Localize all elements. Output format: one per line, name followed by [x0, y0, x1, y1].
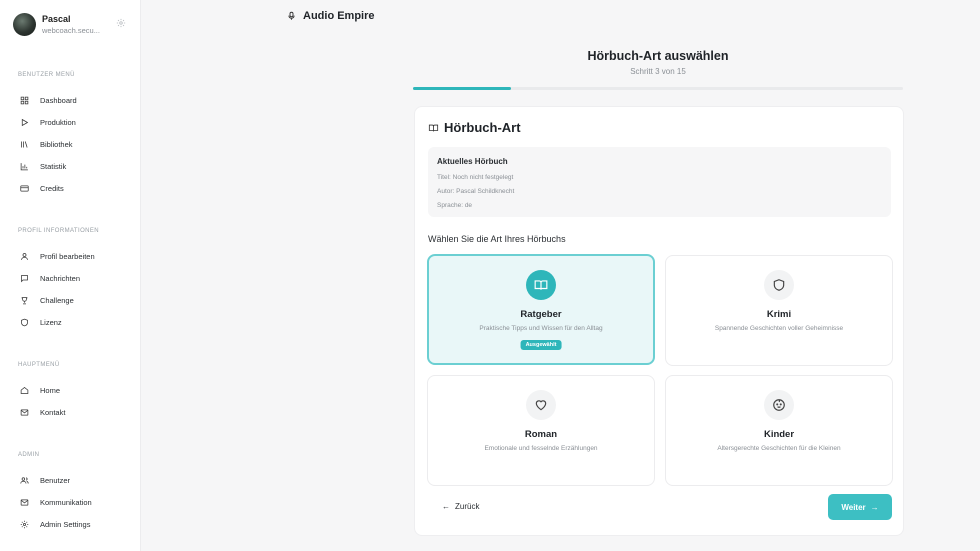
sidebar-item-label: Produktion: [40, 117, 76, 127]
progress-fill: [413, 87, 511, 90]
option-ratgeber[interactable]: Ratgeber Praktische Tipps und Wissen für…: [427, 254, 655, 365]
option-icon-wrap: [764, 390, 794, 420]
chart-icon: [20, 162, 28, 170]
book-open-icon: [428, 124, 439, 131]
sidebar: Pascal webcoach.secu... BENUTZER MENÜ Da…: [0, 0, 141, 551]
sidebar-item-kommunikation[interactable]: Kommunikation: [20, 495, 138, 509]
section-label-user-menu: BENUTZER MENÜ: [18, 72, 75, 78]
current-audiobook-info: Aktuelles Hörbuch Titel: Noch nicht fest…: [428, 147, 891, 217]
users-icon: [20, 476, 29, 484]
baby-icon: [773, 399, 785, 411]
option-roman[interactable]: Roman Emotionale und fesselnde Erzählung…: [427, 375, 655, 486]
sidebar-item-home[interactable]: Home: [20, 383, 138, 397]
message-icon: [21, 274, 28, 282]
sidebar-item-bibliothek[interactable]: Bibliothek: [20, 137, 138, 151]
sidebar-item-label: Home: [40, 385, 61, 395]
info-heading: Aktuelles Hörbuch: [437, 157, 508, 166]
card-icon: [20, 185, 29, 191]
book-icon: [534, 280, 548, 290]
section-label-main-menu: HAUPTMENÜ: [18, 362, 60, 368]
sidebar-item-challenge[interactable]: Challenge: [20, 293, 138, 307]
section-label-admin: ADMIN: [18, 452, 40, 458]
next-button-label: Weiter: [841, 502, 866, 512]
info-author: Autor: Pascal Schildknecht: [437, 188, 515, 195]
sidebar-item-label: Challenge: [40, 295, 74, 305]
sidebar-item-label: Credits: [40, 183, 64, 193]
sidebar-item-label: Statistik: [40, 161, 67, 171]
next-button[interactable]: Weiter →: [828, 494, 892, 520]
sidebar-item-label: Dashboard: [40, 95, 77, 105]
info-language: Sprache: de: [437, 202, 473, 209]
progress-bar: [413, 87, 903, 90]
sidebar-item-label: Kontakt: [40, 407, 66, 417]
sidebar-item-produktion[interactable]: Produktion: [20, 115, 138, 129]
option-title: Roman: [524, 429, 558, 440]
trophy-icon: [21, 296, 28, 304]
option-title: Krimi: [766, 309, 792, 320]
dashboard-icon: [20, 96, 29, 104]
section-label-profile-info: PROFIL INFORMATIONEN: [18, 228, 100, 234]
option-description: Praktische Tipps und Wissen für den Allt…: [479, 325, 603, 332]
microphone-icon: [288, 11, 295, 20]
info-title: Titel: Noch nicht festgelegt: [437, 174, 514, 181]
option-description: Emotionale und fesselnde Erzählungen: [484, 445, 598, 452]
heart-icon: [535, 400, 547, 411]
audiobook-type-card: Hörbuch-Art Aktuelles Hörbuch Titel: Noc…: [414, 106, 904, 536]
sidebar-item-benutzer[interactable]: Benutzer: [20, 473, 138, 487]
option-icon-wrap: [526, 270, 556, 300]
home-icon: [20, 386, 29, 394]
selected-badge: Ausgewählt: [520, 340, 562, 350]
option-description: Spannende Geschichten voller Geheimnisse: [714, 325, 844, 332]
brand: Audio Empire: [287, 10, 375, 22]
arrow-left-icon: ←: [442, 502, 450, 511]
brand-title: Audio Empire: [303, 10, 375, 22]
option-title: Ratgeber: [520, 309, 562, 320]
card-title: Hörbuch-Art: [428, 120, 521, 135]
option-description: Altersgerechte Geschichten für die Klein…: [717, 445, 841, 452]
option-krimi[interactable]: Krimi Spannende Geschichten voller Gehei…: [665, 255, 893, 366]
card-title-text: Hörbuch-Art: [444, 120, 521, 135]
sidebar-item-label: Bibliothek: [40, 139, 73, 149]
sidebar-item-label: Benutzer: [40, 475, 71, 485]
step-counter: Schritt 3 von 15: [630, 67, 686, 76]
profile-name: Pascal: [42, 14, 71, 24]
sidebar-item-kontakt[interactable]: Kontakt: [20, 405, 138, 419]
option-icon-wrap: [526, 390, 556, 420]
gear-icon: [20, 520, 29, 528]
option-kinder[interactable]: Kinder Altersgerechte Geschichten für di…: [665, 375, 893, 486]
sidebar-item-label: Profil bearbeiten: [40, 251, 95, 261]
gear-icon[interactable]: [116, 18, 126, 28]
user-icon: [21, 252, 28, 260]
avatar: [13, 13, 36, 36]
sidebar-item-statistik[interactable]: Statistik: [20, 159, 138, 173]
profile-email: webcoach.secu...: [42, 26, 100, 35]
library-icon: [21, 140, 28, 148]
sidebar-item-label: Nachrichten: [40, 273, 81, 283]
sidebar-item-credits[interactable]: Credits: [20, 181, 138, 195]
mail-icon: [20, 409, 29, 415]
back-button-label: Zurück: [455, 502, 480, 511]
sidebar-item-profil-bearbeiten[interactable]: Profil bearbeiten: [20, 249, 138, 263]
sidebar-item-dashboard[interactable]: Dashboard: [20, 93, 138, 107]
play-icon: [21, 118, 29, 126]
back-button[interactable]: ← Zurück: [442, 502, 479, 511]
profile-block[interactable]: Pascal webcoach.secu...: [13, 12, 133, 42]
selection-prompt: Wählen Sie die Art Ihres Hörbuchs: [428, 234, 566, 244]
sidebar-item-label: Lizenz: [40, 317, 62, 327]
mail-icon: [20, 499, 29, 505]
arrow-right-icon: →: [870, 502, 879, 512]
sidebar-item-nachrichten[interactable]: Nachrichten: [20, 271, 138, 285]
sidebar-item-admin-settings[interactable]: Admin Settings: [20, 517, 138, 531]
step-title: Hörbuch-Art auswählen: [587, 49, 729, 63]
option-icon-wrap: [764, 270, 794, 300]
option-title: Kinder: [763, 429, 795, 440]
shield-icon: [773, 279, 785, 291]
shield-icon: [21, 318, 28, 326]
sidebar-item-label: Kommunikation: [40, 497, 92, 507]
sidebar-item-lizenz[interactable]: Lizenz: [20, 315, 138, 329]
sidebar-item-label: Admin Settings: [40, 519, 91, 529]
